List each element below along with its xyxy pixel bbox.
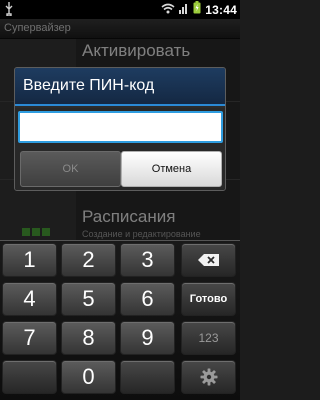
blank-key-left[interactable] bbox=[2, 360, 57, 394]
key-3[interactable]: 3 bbox=[120, 243, 175, 277]
key-0[interactable]: 0 bbox=[61, 360, 116, 394]
battery-icon bbox=[193, 0, 201, 19]
key-1[interactable]: 1 bbox=[2, 243, 57, 277]
dialog-title: Введите ПИН-код bbox=[23, 77, 155, 94]
ok-button[interactable]: OK bbox=[20, 151, 121, 187]
backspace-icon bbox=[197, 254, 219, 266]
numeric-keyboard: 1 2 3 4 5 6 Готово 7 8 9 123 0 bbox=[0, 240, 240, 400]
key-4[interactable]: 4 bbox=[2, 282, 57, 316]
cancel-button[interactable]: Отмена bbox=[121, 151, 222, 187]
key-5[interactable]: 5 bbox=[61, 282, 116, 316]
gear-icon bbox=[200, 368, 217, 386]
signal-icon bbox=[179, 1, 189, 19]
dialog-body: OK Отмена bbox=[15, 108, 225, 190]
wifi-icon bbox=[161, 1, 175, 19]
status-time: 13:44 bbox=[205, 2, 237, 17]
pin-dialog: Введите ПИН-код OK Отмена bbox=[14, 67, 226, 191]
backspace-key[interactable] bbox=[181, 243, 236, 277]
key-2[interactable]: 2 bbox=[61, 243, 116, 277]
blank-key-right[interactable] bbox=[120, 360, 175, 394]
status-bar: 13:44 bbox=[0, 0, 240, 19]
key-7[interactable]: 7 bbox=[2, 321, 57, 355]
key-9[interactable]: 9 bbox=[120, 321, 175, 355]
dialog-header: Введите ПИН-код bbox=[15, 68, 225, 106]
key-6[interactable]: 6 bbox=[120, 282, 175, 316]
key-8[interactable]: 8 bbox=[61, 321, 116, 355]
pin-input[interactable] bbox=[18, 111, 223, 143]
done-key[interactable]: Готово bbox=[181, 282, 236, 316]
mode-key[interactable]: 123 bbox=[181, 321, 236, 355]
settings-key[interactable] bbox=[181, 360, 236, 394]
